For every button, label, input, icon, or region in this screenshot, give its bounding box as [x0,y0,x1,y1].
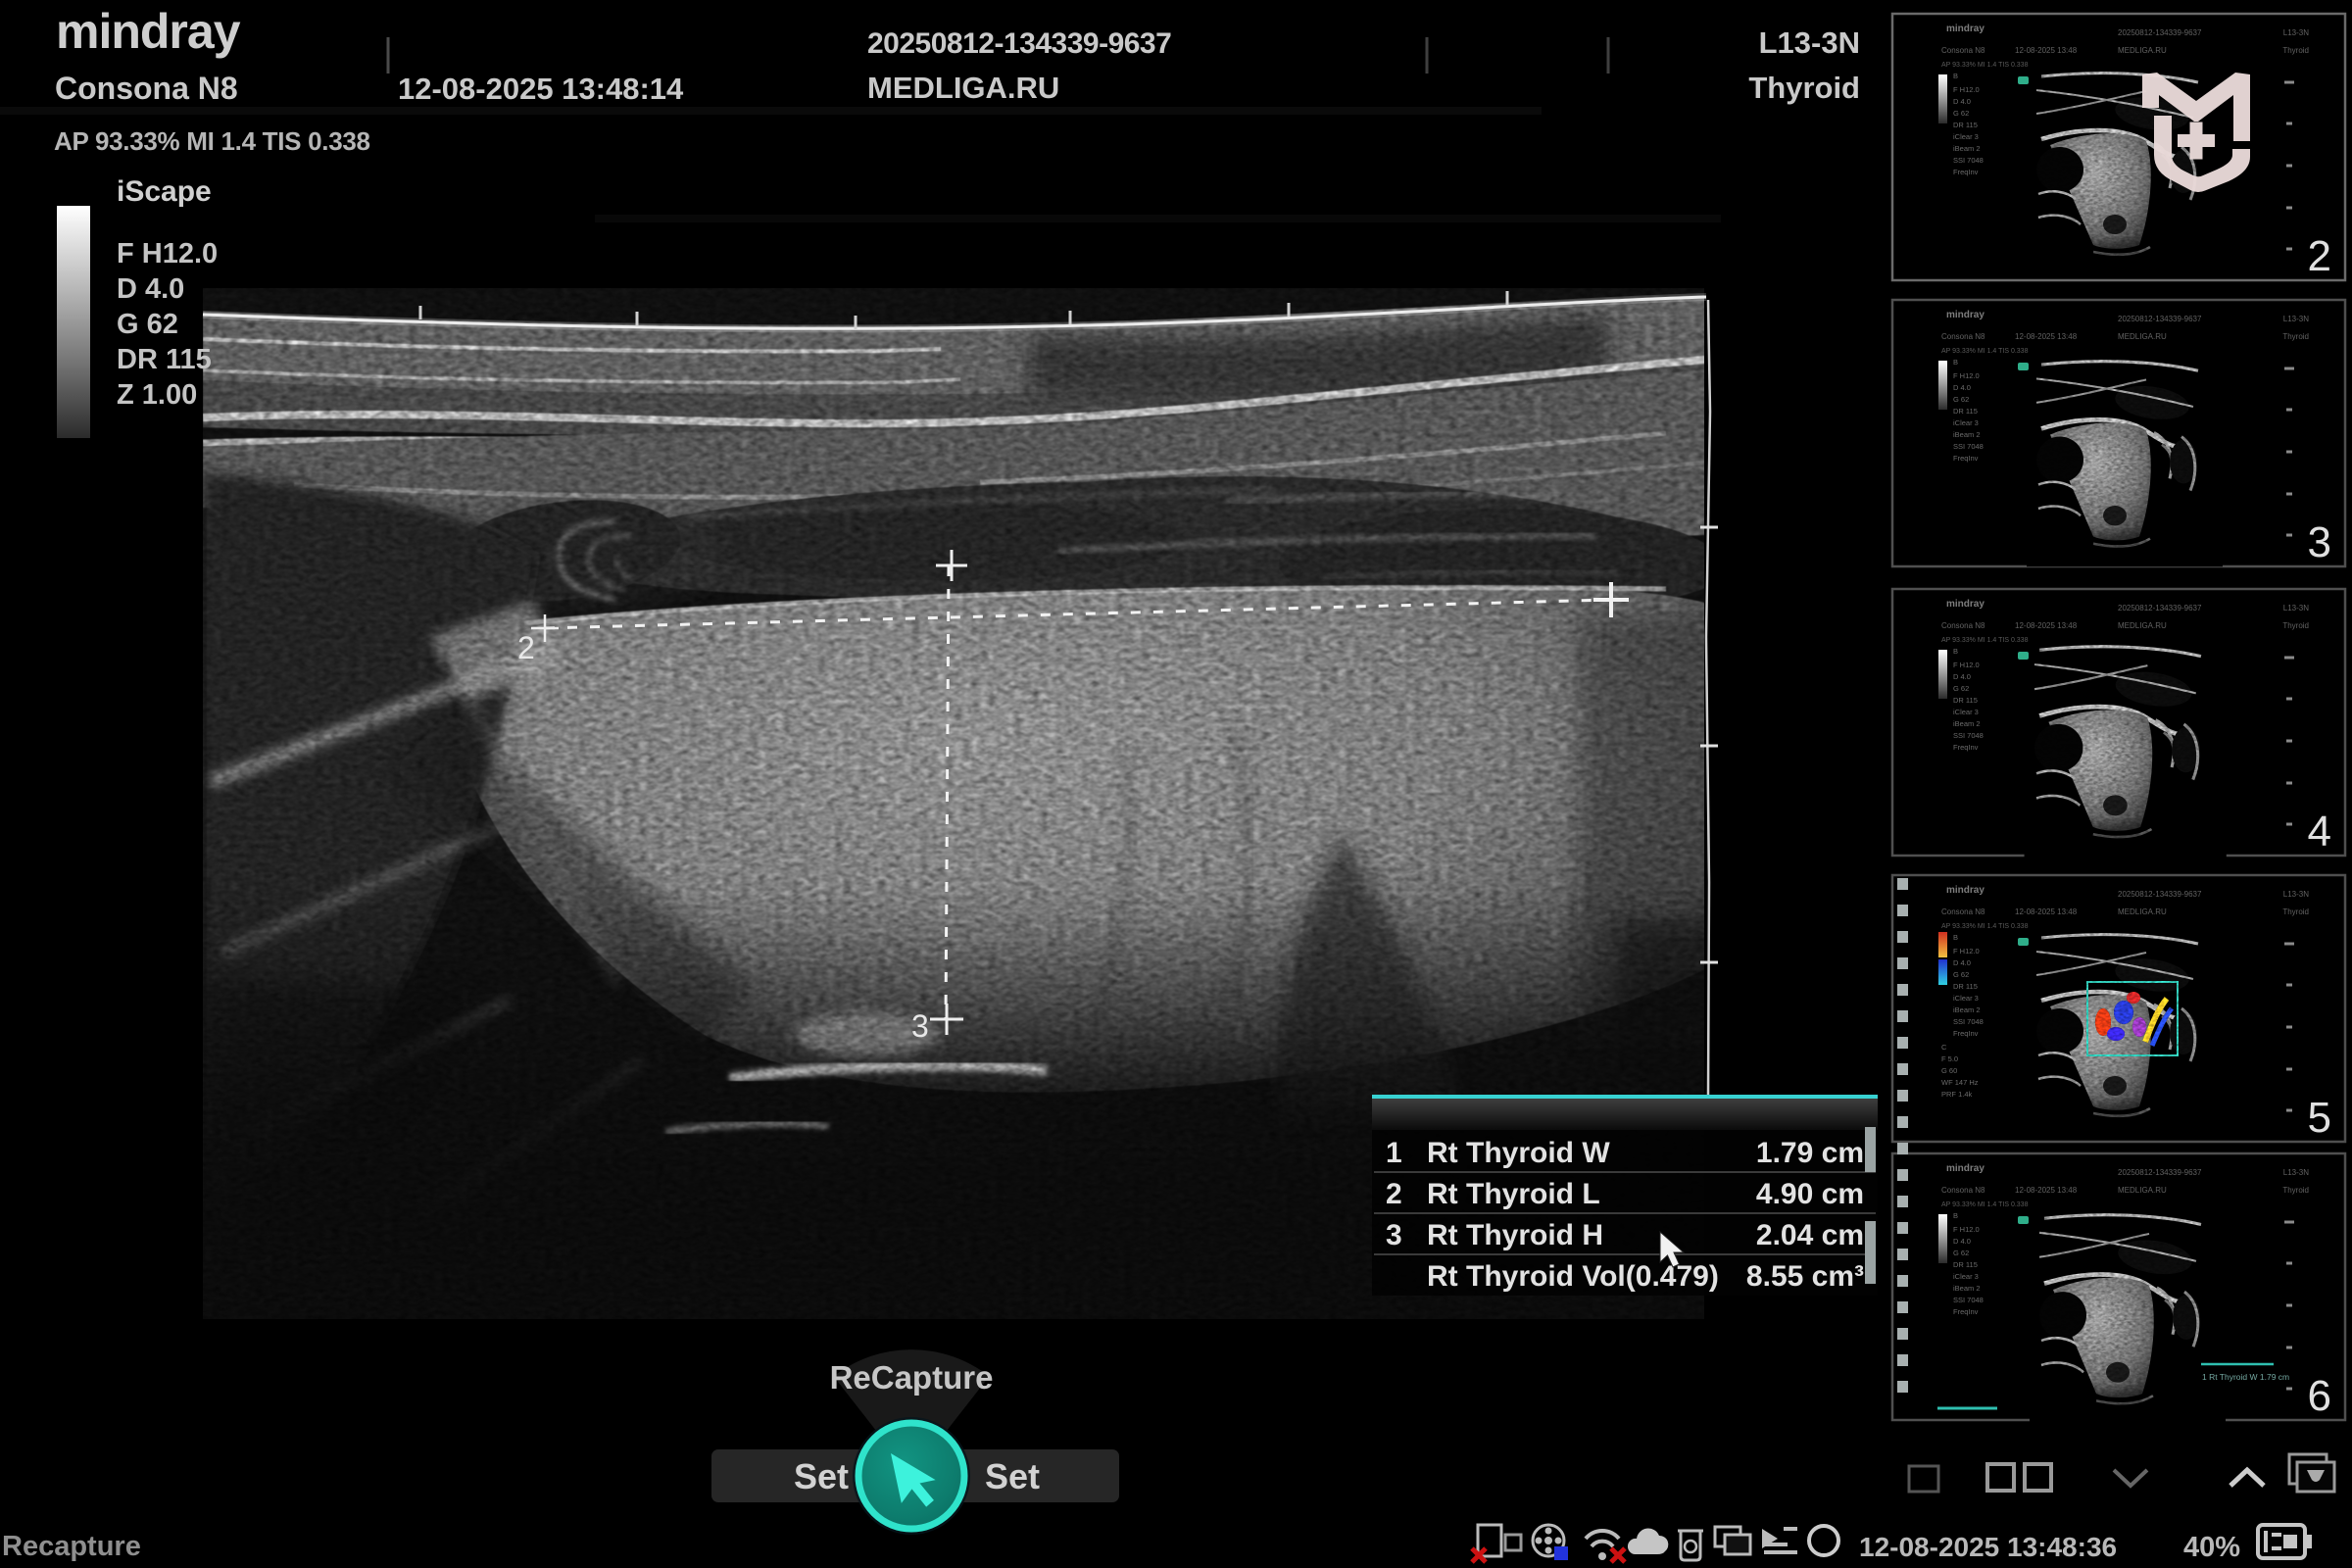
svg-text:5: 5 [2308,1094,2331,1142]
svg-text:mindray: mindray [56,4,241,59]
svg-text:G 60: G 60 [1941,1066,1957,1075]
svg-text:AP 93.33% MI 1.4 TIS 0.338: AP 93.33% MI 1.4 TIS 0.338 [54,126,370,156]
svg-text:Z 1.00: Z 1.00 [117,379,197,411]
svg-text:12-08-2025 13:48:36: 12-08-2025 13:48:36 [1859,1532,2117,1562]
svg-text:3: 3 [911,1008,929,1044]
svg-text:Consona N8: Consona N8 [55,71,238,106]
svg-text:Rt Thyroid H: Rt Thyroid H [1427,1219,1603,1251]
svg-text:G 62: G 62 [117,309,178,340]
svg-text:Recapture: Recapture [2,1531,141,1562]
svg-text:1.79 cm: 1.79 cm [1756,1137,1864,1169]
svg-text:Rt Thyroid L: Rt Thyroid L [1427,1178,1600,1210]
svg-text:PRF 1.4k: PRF 1.4k [1941,1090,1973,1099]
svg-text:iScape: iScape [117,175,212,208]
svg-text:20250812-134339-9637: 20250812-134339-9637 [867,27,1171,60]
svg-text:C: C [1941,1043,1947,1052]
svg-text:3: 3 [2308,518,2331,566]
svg-text:40%: 40% [2183,1532,2240,1563]
svg-text:4.90 cm: 4.90 cm [1756,1178,1864,1210]
svg-text:3: 3 [1386,1219,1402,1251]
svg-text:4: 4 [2308,808,2331,856]
svg-text:Thyroid: Thyroid [1748,71,1860,105]
svg-text:DR 115: DR 115 [117,344,212,375]
svg-text:8.55 cm³: 8.55 cm³ [1746,1260,1864,1293]
svg-text:F H12.0: F H12.0 [117,238,218,270]
svg-text:2: 2 [1386,1178,1402,1210]
svg-text:12-08-2025 13:48:14: 12-08-2025 13:48:14 [398,72,684,106]
svg-text:1: 1 [1386,1137,1402,1169]
svg-text:Rt Thyroid W: Rt Thyroid W [1427,1137,1610,1169]
svg-text:MEDLIGA.RU: MEDLIGA.RU [867,71,1059,105]
svg-text:1 Rt Thyroid W 1.79 cm: 1 Rt Thyroid W 1.79 cm [2202,1372,2289,1382]
svg-text:L13-3N: L13-3N [1759,25,1860,60]
svg-text:ReCapture: ReCapture [830,1359,994,1396]
svg-text:2: 2 [517,630,535,665]
svg-text:2: 2 [2308,232,2331,280]
svg-text:D 4.0: D 4.0 [117,273,184,305]
svg-text:F 5.0: F 5.0 [1941,1054,1958,1063]
svg-text:Set: Set [794,1456,849,1496]
svg-text:2.04 cm: 2.04 cm [1756,1219,1864,1251]
svg-text:WF 147 Hz: WF 147 Hz [1941,1078,1979,1087]
svg-text:6: 6 [2308,1372,2331,1420]
svg-text:Set: Set [985,1456,1040,1496]
